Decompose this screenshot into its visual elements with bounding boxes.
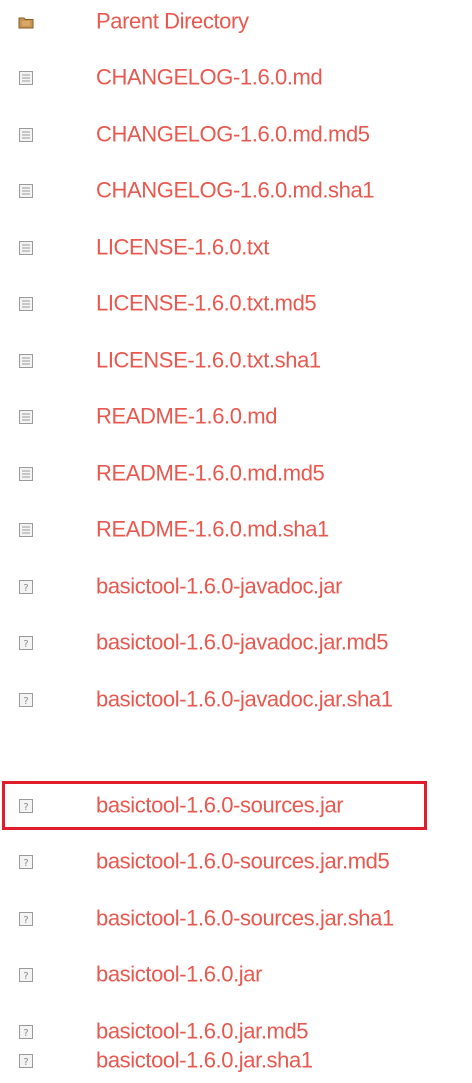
file-link[interactable]: LICENSE-1.6.0.txt [96, 236, 269, 259]
unknown-file-icon: ? [19, 799, 33, 813]
list-item: CHANGELOG-1.6.0.md [0, 56, 472, 100]
svg-text:?: ? [23, 915, 28, 926]
file-link[interactable]: basictool-1.6.0.jar.sha1 [96, 1049, 313, 1072]
list-item: ? basictool-1.6.0-javadoc.jar.md5 [0, 621, 472, 665]
text-file-icon [19, 128, 33, 142]
directory-listing: Parent Directory CHANGELOG-1.6.0.md CHAN… [0, 0, 472, 1083]
folder-icon [18, 17, 34, 29]
svg-text:?: ? [23, 1057, 28, 1068]
list-item: ? basictool-1.6.0-javadoc.jar.sha1 [0, 678, 472, 722]
file-link[interactable]: LICENSE-1.6.0.txt.sha1 [96, 349, 321, 372]
text-file-icon [19, 184, 33, 198]
list-item: LICENSE-1.6.0.txt.sha1 [0, 339, 472, 383]
list-item: LICENSE-1.6.0.txt.md5 [0, 282, 472, 326]
file-link[interactable]: basictool-1.6.0-javadoc.jar.sha1 [96, 688, 393, 711]
file-link[interactable]: basictool-1.6.0-sources.jar.sha1 [96, 907, 394, 930]
list-item: ? basictool-1.6.0-sources.jar.md5 [0, 840, 472, 884]
list-item: LICENSE-1.6.0.txt [0, 226, 472, 270]
file-link[interactable]: README-1.6.0.md.sha1 [96, 518, 329, 541]
file-link[interactable]: CHANGELOG-1.6.0.md.sha1 [96, 179, 375, 202]
text-file-icon [19, 71, 33, 85]
svg-text:?: ? [23, 971, 28, 982]
file-link[interactable]: CHANGELOG-1.6.0.md.md5 [96, 123, 370, 146]
text-file-icon [19, 523, 33, 537]
list-item: README-1.6.0.md.md5 [0, 452, 472, 496]
svg-text:?: ? [23, 858, 28, 869]
file-link[interactable]: basictool-1.6.0-sources.jar.md5 [96, 850, 390, 873]
unknown-file-icon: ? [19, 636, 33, 650]
list-item: ? basictool-1.6.0.jar [0, 953, 472, 997]
list-item: CHANGELOG-1.6.0.md.md5 [0, 113, 472, 157]
file-link[interactable]: CHANGELOG-1.6.0.md [96, 66, 323, 89]
file-link[interactable]: README-1.6.0.md.md5 [96, 462, 325, 485]
text-file-icon [19, 241, 33, 255]
file-link[interactable]: basictool-1.6.0-javadoc.jar [96, 575, 342, 598]
link-parent-directory[interactable]: Parent Directory [96, 10, 249, 33]
file-link[interactable]: basictool-1.6.0-javadoc.jar.md5 [96, 631, 389, 654]
svg-text:?: ? [23, 696, 28, 707]
svg-text:?: ? [23, 639, 28, 650]
unknown-file-icon: ? [19, 1025, 33, 1039]
file-link[interactable]: basictool-1.6.0-sources.jar [96, 794, 344, 817]
text-file-icon [19, 297, 33, 311]
text-file-icon [19, 354, 33, 368]
list-item: README-1.6.0.md [0, 395, 472, 439]
svg-text:?: ? [23, 1028, 28, 1039]
unknown-file-icon: ? [19, 968, 33, 982]
text-file-icon [19, 467, 33, 481]
unknown-file-icon: ? [19, 855, 33, 869]
unknown-file-icon: ? [19, 1054, 33, 1068]
file-link[interactable]: README-1.6.0.md [96, 405, 277, 428]
file-link[interactable]: basictool-1.6.0.jar [96, 963, 262, 986]
list-item-highlighted: ? basictool-1.6.0-sources.jar [0, 784, 472, 828]
list-item: ? basictool-1.6.0-sources.jar.sha1 [0, 897, 472, 941]
unknown-file-icon: ? [19, 580, 33, 594]
text-file-icon [19, 410, 33, 424]
svg-text:?: ? [23, 583, 28, 594]
list-item: ? basictool-1.6.0.jar.sha1 [0, 1039, 472, 1083]
list-item-parent-directory: Parent Directory [0, 0, 472, 44]
file-link[interactable]: LICENSE-1.6.0.txt.md5 [96, 292, 317, 315]
unknown-file-icon: ? [19, 912, 33, 926]
unknown-file-icon: ? [19, 693, 33, 707]
list-item: README-1.6.0.md.sha1 [0, 508, 472, 552]
list-item: ? basictool-1.6.0-javadoc.jar [0, 565, 472, 609]
svg-text:?: ? [23, 802, 28, 813]
list-item: CHANGELOG-1.6.0.md.sha1 [0, 169, 472, 213]
